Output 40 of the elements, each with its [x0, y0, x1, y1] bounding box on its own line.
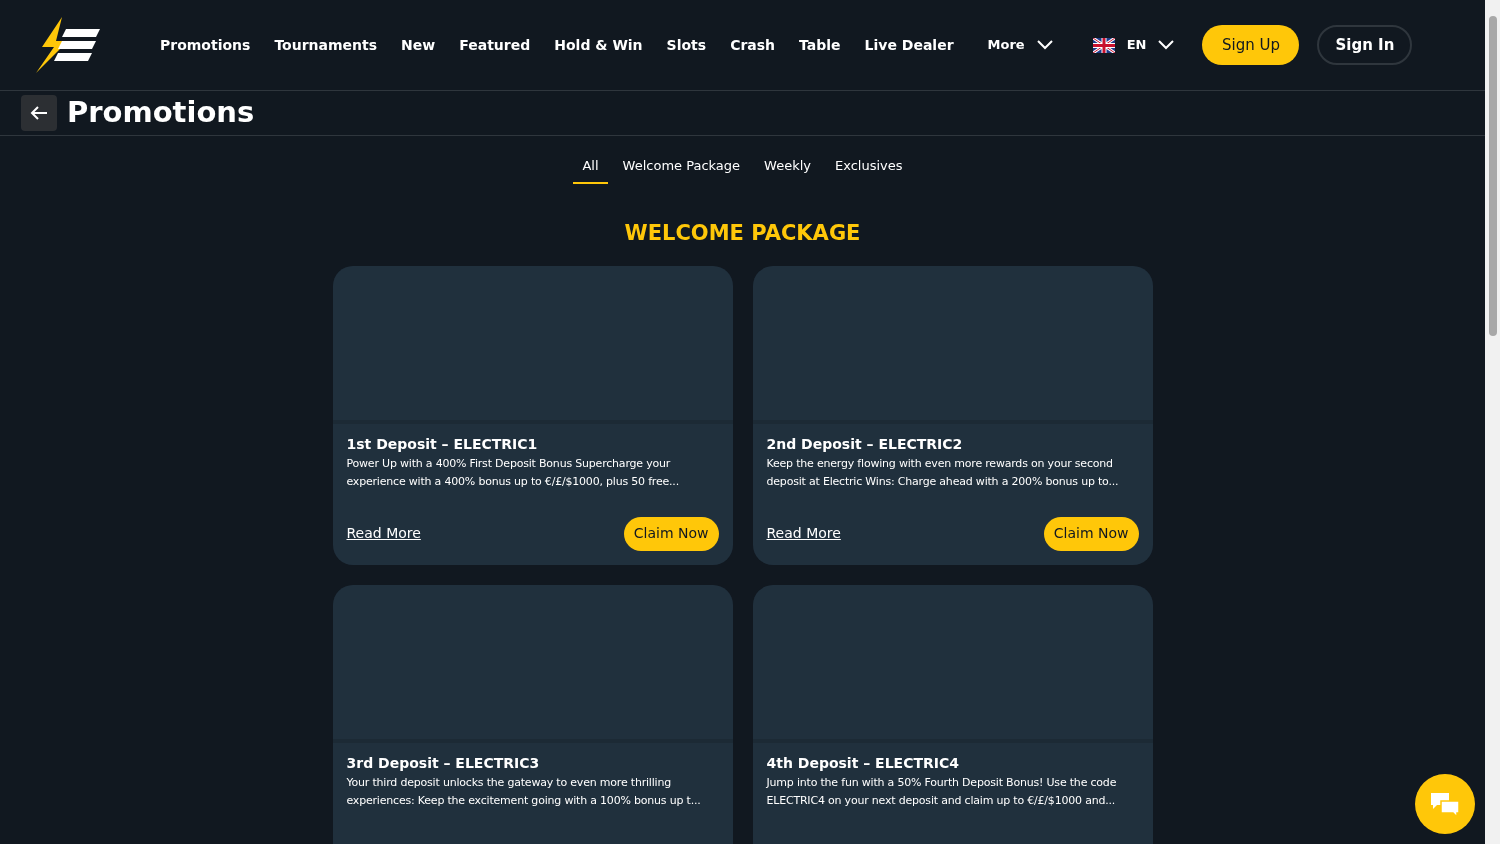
filter-tab[interactable]: All [573, 153, 608, 184]
card-description: Power Up with a 400% First Deposit Bonus Supercharge your experience with a 400% bonus up to €/£/$1000, plus 50 free... [346, 455, 680, 490]
arrow-left-icon [30, 105, 48, 120]
chat-button[interactable] [1415, 774, 1475, 834]
filter-tab[interactable]: Welcome Package [613, 153, 750, 184]
more-menu[interactable]: More [987, 35, 1053, 55]
nav-link[interactable]: Live Dealer [864, 34, 954, 56]
language-selector[interactable]: EN [1092, 35, 1175, 55]
chevron-down-icon [1036, 40, 1053, 50]
page-title: Promotions [67, 94, 255, 131]
nav-link[interactable]: Hold & Win [554, 34, 643, 56]
nav-link[interactable]: Crash [730, 34, 776, 56]
chat-icon [1429, 791, 1461, 817]
nav-link[interactable]: Promotions [160, 34, 251, 56]
flag-icon [1092, 37, 1115, 53]
read-more-link[interactable]: Read More [346, 523, 421, 544]
nav-link[interactable]: Slots [666, 34, 707, 56]
claim-now-button[interactable]: Claim Now [623, 516, 719, 551]
filter-tab[interactable]: Weekly [755, 153, 820, 184]
card-description: Your third deposit unlocks the gateway to even more thrilling experiences: Keep the excitement going with a 100% bonus up t... [346, 774, 702, 809]
card-title: 2nd Deposit – ELECTRIC2 [766, 434, 964, 454]
card-description: Keep the energy flowing with even more rewards on your second deposit at Electric Wins: Charge ahead with a 200% bonus up to... [766, 455, 1120, 490]
nav-link[interactable]: Featured [459, 34, 531, 56]
card-description: Jump into the fun with a 50% Fourth Deposit Bonus! Use the code ELECTRIC4 on your next deposit and claim up to €/£/$1000 and... [766, 774, 1118, 809]
back-button[interactable] [21, 94, 57, 131]
card-title: 4th Deposit – ELECTRIC4 [766, 753, 960, 773]
claim-now-button[interactable]: Claim Now [1043, 516, 1139, 551]
chevron-down-icon [1158, 40, 1175, 50]
filter-tab[interactable]: Exclusives [826, 153, 912, 184]
nav-link[interactable]: Table [799, 34, 841, 56]
read-more-link[interactable]: Read More [766, 523, 841, 544]
logo-icon[interactable] [34, 17, 102, 73]
section-heading: WELCOME PACKAGE [623, 220, 862, 247]
card-title: 1st Deposit – ELECTRIC1 [346, 434, 539, 454]
nav-link[interactable]: New [401, 34, 436, 56]
sign-up-button[interactable]: Sign Up [1202, 25, 1300, 65]
nav-link[interactable]: Tournaments [274, 34, 378, 56]
scrollbar[interactable] [1485, 0, 1500, 844]
sign-in-button[interactable]: Sign In [1317, 25, 1413, 65]
card-title: 3rd Deposit – ELECTRIC3 [346, 753, 541, 773]
